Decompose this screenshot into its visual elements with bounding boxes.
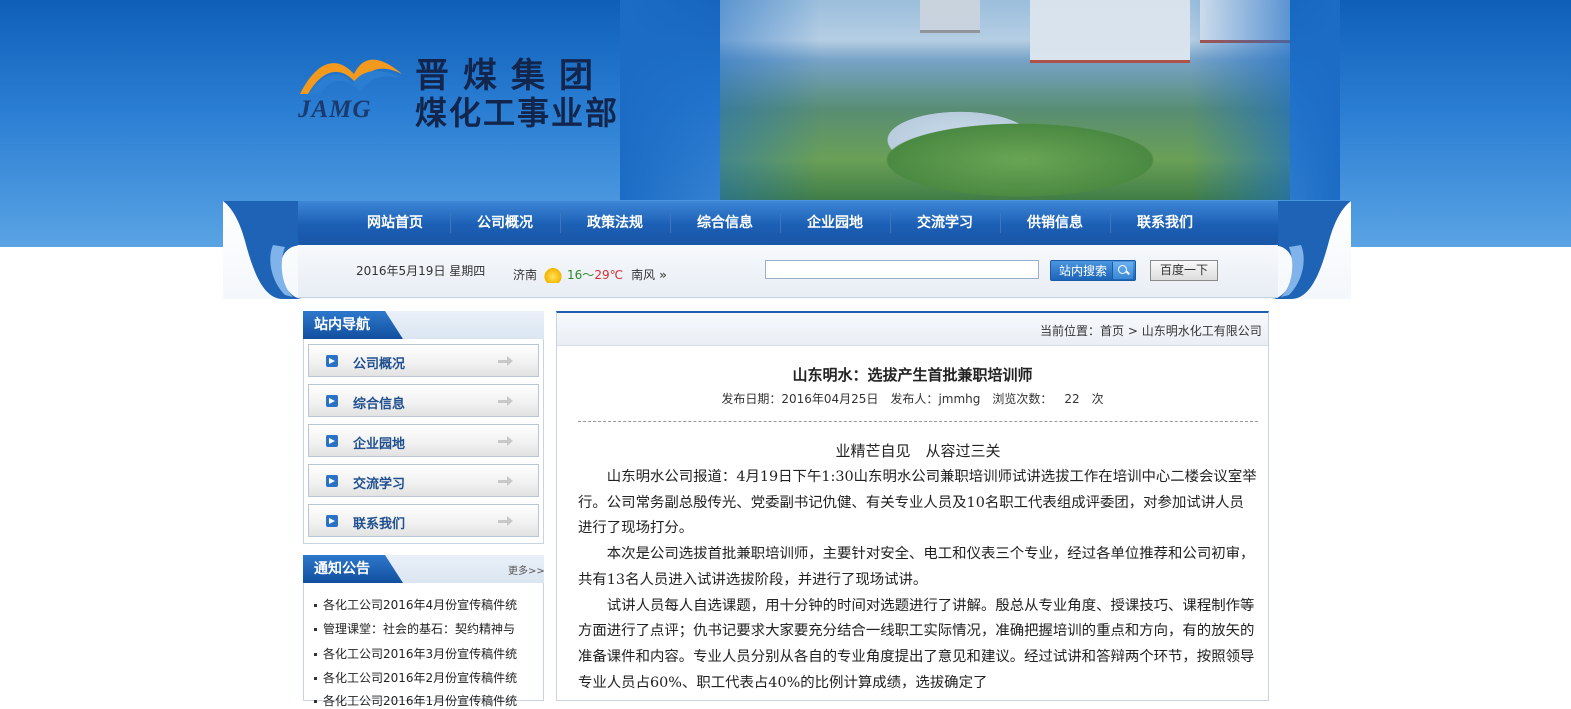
nav-curl-left [223,201,303,299]
weather-widget: 济南 16 ～ 29℃ 南风 » [513,266,667,283]
breadcrumb: 当前位置：首页 > 山东明水化工有限公司 [1040,322,1262,339]
sidebar-item-label: 综合信息 [353,397,406,412]
nav-curl-right [1271,201,1351,299]
arrow-right-icon [498,395,514,407]
publish-date: 2016年04月25日 [781,392,879,406]
nav-item-learning[interactable]: 交流学习 [890,201,1000,245]
sidebar-item-label: 企业园地 [353,437,406,452]
views-label: 浏览次数： [992,392,1053,406]
sidebar-item-contact[interactable]: 联系我们 [308,504,539,537]
sidebar-item-label: 联系我们 [353,517,406,532]
search-icon [1112,262,1133,279]
breadcrumb-home[interactable]: 首页 [1100,324,1124,338]
site-search-button[interactable]: 站内搜索 [1050,260,1136,281]
logo-abbreviation: JAMG [298,96,372,123]
bullet-icon [326,475,338,487]
company-logo-icon [300,59,402,94]
article-paragraph: 试讲人员每人自选课题，用十分钟的时间对选题进行了讲解。殷总从专业角度、授课技巧、… [578,597,1255,691]
arrow-right-icon [498,435,514,447]
search-input[interactable] [765,260,1039,279]
baidu-search-button[interactable]: 百度一下 [1150,260,1218,281]
notice-item-text: 管理课堂：社会的基石：契约精神与 [323,622,516,636]
publish-date-label: 发布日期： [721,392,782,406]
sidebar-item-news[interactable]: 综合信息 [308,384,539,417]
notice-item[interactable]: 各化工公司2016年3月份宣传稿件统 [314,645,524,662]
logo-title-line2: 煤化工事业部 [415,94,620,132]
temp-high: 29℃ [594,267,624,282]
wind-direction: 南风 [631,268,656,282]
bullet-icon [326,395,338,407]
notice-item[interactable]: 各化工公司2016年4月份宣传稿件统 [314,596,524,613]
notice-item[interactable]: 各化工公司2016年2月份宣传稿件统 [314,669,524,686]
author: jmmhg [938,392,981,406]
weather-more-icon[interactable]: » [659,268,667,282]
notice-item-text: 各化工公司2016年1月份宣传稿件统 [323,694,518,708]
breadcrumb-current[interactable]: 山东明水化工有限公司 [1142,324,1262,338]
sidebar-item-label: 交流学习 [353,477,406,492]
sidebar-item-enterprise-garden[interactable]: 企业园地 [308,424,539,457]
article-title: 山东明水：选拔产生首批兼职培训师 [792,366,1033,384]
sidebar-item-learning[interactable]: 交流学习 [308,464,539,497]
divider [578,421,1258,422]
notice-item-text: 各化工公司2016年3月份宣传稿件统 [323,647,518,661]
article-paragraph: 本次是公司选拔首批兼职培训师，主要针对安全、电工和仪表三个专业，经过各单位推荐和… [578,546,1255,588]
sun-icon [543,266,564,283]
nav-item-enterprise-garden[interactable]: 企业园地 [780,201,890,245]
bullet-icon [326,435,338,447]
site-search-label: 站内搜索 [1059,264,1108,278]
article-meta: 发布日期：2016年04月25日 发布人：jmmhg 浏览次数： 22 次 [556,390,1269,407]
temp-separator: ～ [582,268,595,282]
nav-item-contact[interactable]: 联系我们 [1110,201,1220,245]
weather-city: 济南 [513,268,538,282]
views-unit: 次 [1091,392,1104,406]
notice-item-text: 各化工公司2016年2月份宣传稿件统 [323,671,518,685]
nav-item-home[interactable]: 网站首页 [340,201,450,245]
sidebar-item-label: 公司概况 [353,357,406,372]
bullet-icon [326,355,338,367]
sidebar-item-company-profile[interactable]: 公司概况 [308,344,539,377]
article-subtitle: 业精芒自见 从容过三关 [835,442,1001,460]
current-date: 2016年5月19日 星期四 [356,264,486,278]
notice-item-text: 各化工公司2016年4月份宣传稿件统 [323,598,518,612]
temp-low: 16 [567,267,583,282]
breadcrumb-separator: > [1124,324,1142,338]
site-nav-title: 站内导航 [303,311,403,339]
article-paragraph: 山东明水公司报道：4月19日下午1:30山东明水公司兼职培训师试讲选拔工作在培训… [578,469,1257,537]
arrow-right-icon [498,475,514,487]
nav-item-news[interactable]: 综合信息 [670,201,780,245]
bullet-icon [326,515,338,527]
nav-item-supply[interactable]: 供销信息 [1000,201,1110,245]
notice-item[interactable]: 管理课堂：社会的基石：契约精神与 [314,620,524,637]
arrow-right-icon [498,355,514,367]
author-label: 发布人： [890,392,939,406]
notice-more-link[interactable]: 更多>> [508,562,545,577]
view-count: 22 [1064,392,1080,406]
site-nav-header: 站内导航 [303,311,544,341]
main-nav: 网站首页 公司概况 政策法规 综合信息 企业园地 交流学习 供销信息 联系我们 [298,201,1278,245]
notice-title: 通知公告 [303,555,403,583]
nav-item-company-profile[interactable]: 公司概况 [450,201,560,245]
nav-item-policy[interactable]: 政策法规 [560,201,670,245]
arrow-right-icon [498,515,514,527]
article-body: 山东明水公司报道：4月19日下午1:30山东明水公司兼职培训师试讲选拔工作在培训… [578,465,1258,696]
breadcrumb-prefix: 当前位置： [1040,324,1101,338]
